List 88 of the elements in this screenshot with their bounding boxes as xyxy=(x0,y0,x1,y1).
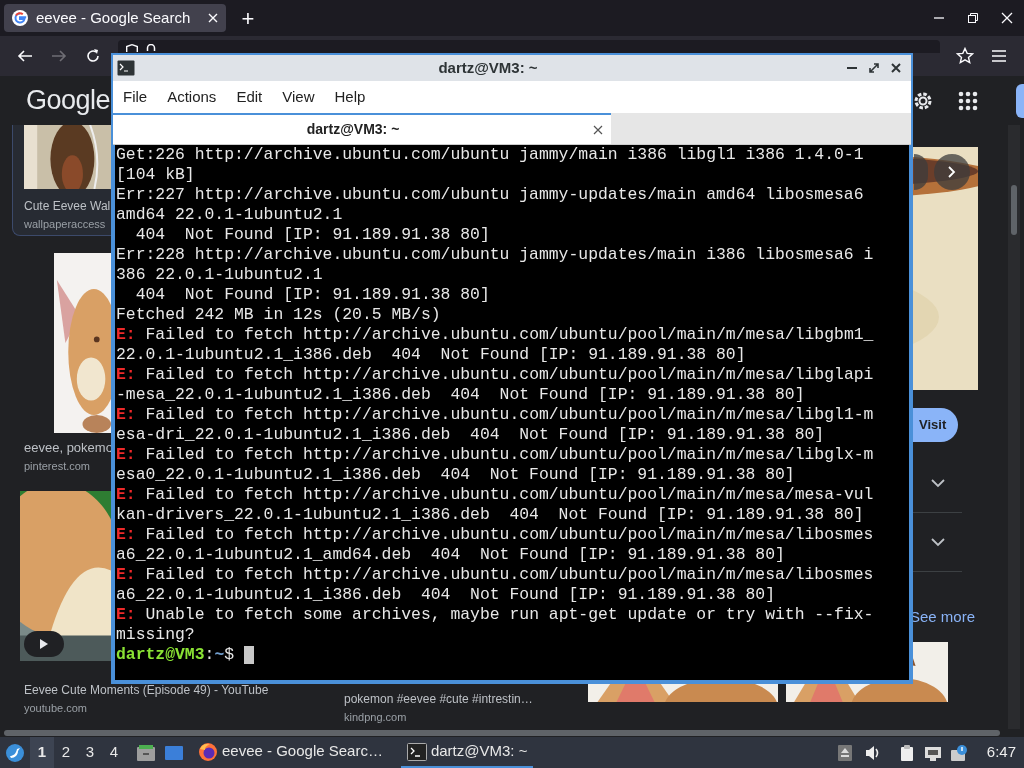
folder-icon xyxy=(136,743,156,762)
terminal-line: Get:226 http://archive.ubuntu.com/ubuntu jammy/main i386 libgl1 i386 1.4.0-1 xyxy=(116,145,865,165)
terminal-line: 22.0.1-1ubuntu2.1_i386.deb 404 Not Found [IP: 91.189.91.38 80] xyxy=(116,345,747,365)
terminal-line: a6_22.0.1-1ubuntu2.1_amd64.deb 404 Not Found [IP: 91.189.91.38 80] xyxy=(116,545,786,565)
scrollbar[interactable] xyxy=(1008,125,1020,729)
terminal-line: 386 22.0.1-1ubuntu2.1 xyxy=(116,265,324,285)
terminal-window[interactable] xyxy=(111,53,913,684)
taskbar-window-button[interactable]: dartz@VM3: ~ xyxy=(400,737,534,768)
visit-button[interactable]: Visit xyxy=(913,408,958,442)
terminal-line: 404 Not Found [IP: 91.189.91.38 80] xyxy=(134,225,491,245)
close-icon xyxy=(891,63,901,73)
result-title[interactable]: Eevee Cute Moments (Episode 49) - YouTube xyxy=(24,681,269,699)
terminal-line: E: Failed to fetch http://archive.ubuntu.com/ubuntu/pool/main/m/mesa/libosmes xyxy=(116,565,875,585)
terminal-line: Fetched 242 MB in 12s (20.5 MB/s) xyxy=(116,305,442,325)
cursor xyxy=(243,646,254,664)
result-card[interactable]: Cute Eevee Wal wallpaperaccess xyxy=(12,125,111,236)
workspace-button[interactable]: 4 xyxy=(102,737,126,768)
clock: 6:47 xyxy=(986,742,1016,763)
close-icon xyxy=(1001,12,1013,24)
terminal-line: missing? xyxy=(116,625,196,645)
chevron-down-icon xyxy=(931,537,945,547)
menu-item[interactable]: File xyxy=(113,85,158,109)
taskbar-window-button[interactable]: eevee - Google Searc… xyxy=(192,737,389,768)
reload-icon xyxy=(85,48,101,64)
result-source: youtube.com xyxy=(24,701,87,716)
chevron-right-icon xyxy=(948,166,956,178)
terminal-line: E: Failed to fetch http://archive.ubuntu.com/ubuntu/pool/main/m/mesa/libglx-m xyxy=(116,445,875,465)
restore-icon xyxy=(967,12,979,24)
notification-icon xyxy=(949,743,968,762)
chevron-down-icon xyxy=(931,478,945,488)
lock-icon xyxy=(146,44,156,51)
terminal-line: -mesa_22.0.1-1ubuntu2.1_i386.deb 404 Not Found [IP: 91.189.91.38 80] xyxy=(116,385,806,405)
forward-icon xyxy=(51,48,67,64)
close-tab-button[interactable] xyxy=(593,124,603,135)
terminal-line: a6_22.0.1-1ubuntu2.1_i386.deb 404 Not Found [IP: 91.189.91.38 80] xyxy=(116,585,776,605)
terminal-line: esa0_22.0.1-1ubuntu2.1_i386.deb 404 Not Found [IP: 91.189.91.38 80] xyxy=(116,465,796,485)
play-button[interactable] xyxy=(24,631,64,657)
menu-item[interactable]: View xyxy=(272,85,325,109)
maximize-icon xyxy=(869,63,879,73)
terminal-line: E: Failed to fetch http://archive.ubuntu.com/ubuntu/pool/main/m/mesa/libglapi xyxy=(116,365,875,385)
menu-icon xyxy=(991,49,1007,63)
apps-icon xyxy=(958,90,978,111)
result-title[interactable]: eevee, pokemo xyxy=(24,439,113,457)
terminal-line: Err:228 http://archive.ubuntu.com/ubuntu jammy-updates/main i386 libosmesa6 i xyxy=(116,245,875,265)
previous-image-button[interactable] xyxy=(914,154,928,190)
star-icon xyxy=(956,47,974,65)
account-avatar[interactable] xyxy=(1016,83,1024,118)
result-source: wallpaperaccess xyxy=(24,217,106,232)
browser-tab[interactable]: eevee - Google Search xyxy=(4,4,226,32)
prompt: dartz@VM3:~$ xyxy=(116,645,236,665)
desktop-icon xyxy=(164,744,184,761)
menu-item[interactable]: Help xyxy=(324,85,376,109)
result-source: pinterest.com xyxy=(24,459,91,474)
menu-item[interactable]: Edit xyxy=(226,85,273,109)
new-tab-button[interactable]: + xyxy=(234,1,262,35)
close-icon xyxy=(208,13,218,23)
terminal-line: E: Failed to fetch http://archive.ubuntu.com/ubuntu/pool/main/m/mesa/libgbm1_ xyxy=(116,325,875,345)
shield-icon xyxy=(126,44,138,52)
minimize-icon xyxy=(847,67,857,69)
terminal-line: esa-dri_22.0.1-1ubuntu2.1_i386.deb 404 Not Found [IP: 91.189.91.38 80] xyxy=(116,425,826,445)
terminal-line: E: Unable to fetch some archives, maybe run apt-get update or try with --fix- xyxy=(116,605,875,625)
terminal-tab[interactable]: dartz@VM3: ~ xyxy=(113,113,611,144)
google-logo[interactable]: Google xyxy=(26,80,111,121)
play-icon xyxy=(39,638,49,650)
terminal-line: Err:227 http://archive.ubuntu.com/ubuntu jammy-updates/main amd64 libosmesa6 xyxy=(116,185,865,205)
apps-button[interactable] xyxy=(958,90,978,111)
workspace-button[interactable]: 1 xyxy=(30,737,54,768)
result-source: kindpng.com xyxy=(344,710,407,725)
back-icon xyxy=(17,48,33,64)
terminal-line: E: Failed to fetch http://archive.ubuntu.com/ubuntu/pool/main/m/mesa/mesa-vul xyxy=(116,485,875,505)
terminal-line: amd64 22.0.1-1ubuntu2.1 xyxy=(116,205,344,225)
terminal-line: E: Failed to fetch http://archive.ubuntu.com/ubuntu/pool/main/m/mesa/libgl1-m xyxy=(116,405,875,425)
result-title[interactable]: pokemon #eevee #cute #intrestin… xyxy=(344,690,533,708)
terminal-icon xyxy=(406,742,427,761)
result-title[interactable]: Cute Eevee Wal xyxy=(24,189,111,215)
workspace-button[interactable]: 3 xyxy=(78,737,102,768)
close-icon xyxy=(593,124,603,135)
google-icon xyxy=(12,10,28,26)
firefox-icon xyxy=(198,741,218,762)
workspace-button[interactable]: 2 xyxy=(54,737,78,768)
terminal-line: [104 kB] xyxy=(116,165,196,185)
terminal-icon xyxy=(117,60,135,76)
terminal-line: kan-drivers_22.0.1-1ubuntu2.1_i386.deb 404 Not Found [IP: 91.189.91.38 80] xyxy=(116,505,865,525)
window-title: dartz@VM3: ~ xyxy=(437,57,539,78)
terminal-line: 404 Not Found [IP: 91.189.91.38 80] xyxy=(134,285,491,305)
bird-icon xyxy=(5,742,25,763)
terminal-line: E: Failed to fetch http://archive.ubuntu.com/ubuntu/pool/main/m/mesa/libosmes xyxy=(116,525,875,545)
menu-item[interactable]: Actions xyxy=(157,85,227,109)
